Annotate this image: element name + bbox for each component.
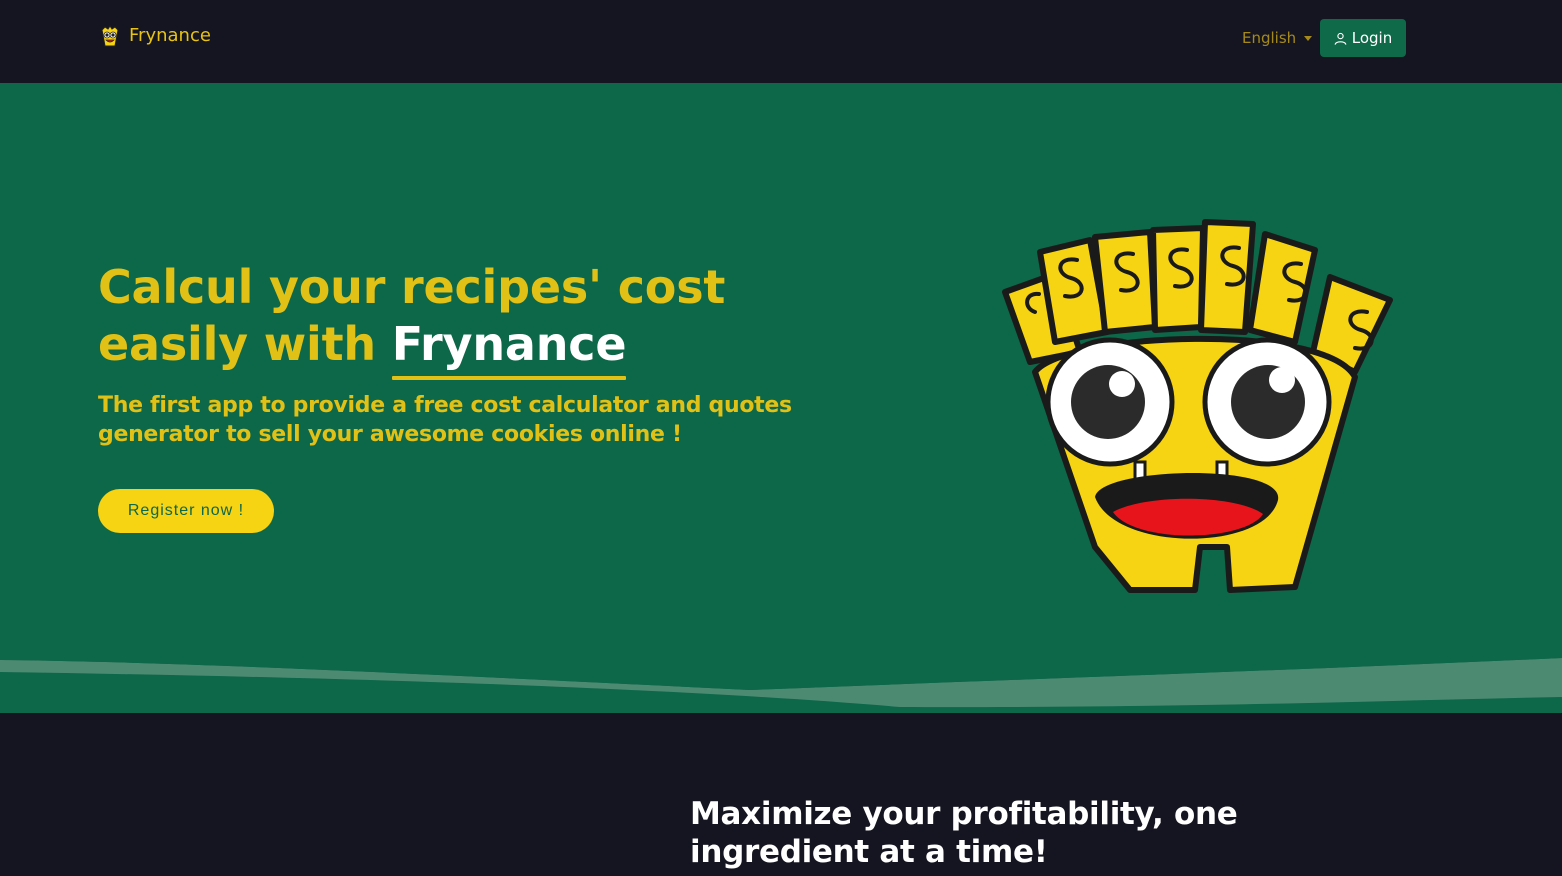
caret-down-icon	[1304, 36, 1313, 41]
hero-title-highlight: Frynance	[391, 317, 627, 380]
fries-mascot-icon	[101, 25, 119, 47]
language-label: English	[1242, 29, 1297, 47]
language-dropdown[interactable]: English	[1242, 28, 1313, 48]
navbar: Frynance English Login	[0, 0, 1562, 83]
fries-mascot-illustration	[1002, 219, 1393, 593]
section-title: Maximize your profitability, one ingredi…	[690, 796, 1238, 870]
register-button[interactable]: Register now !	[98, 489, 274, 533]
hero-wave-divider	[0, 650, 1562, 708]
user-icon	[1334, 32, 1347, 45]
brand-link[interactable]: Frynance	[98, 24, 211, 48]
login-label: Login	[1351, 29, 1393, 47]
login-button[interactable]: Login	[1320, 19, 1406, 57]
hero-subtitle: The first app to provide a free cost cal…	[98, 393, 792, 447]
brand-name: Frynance	[129, 25, 211, 46]
hero-title: Calcul your recipes' cost easily with Fr…	[98, 259, 858, 380]
